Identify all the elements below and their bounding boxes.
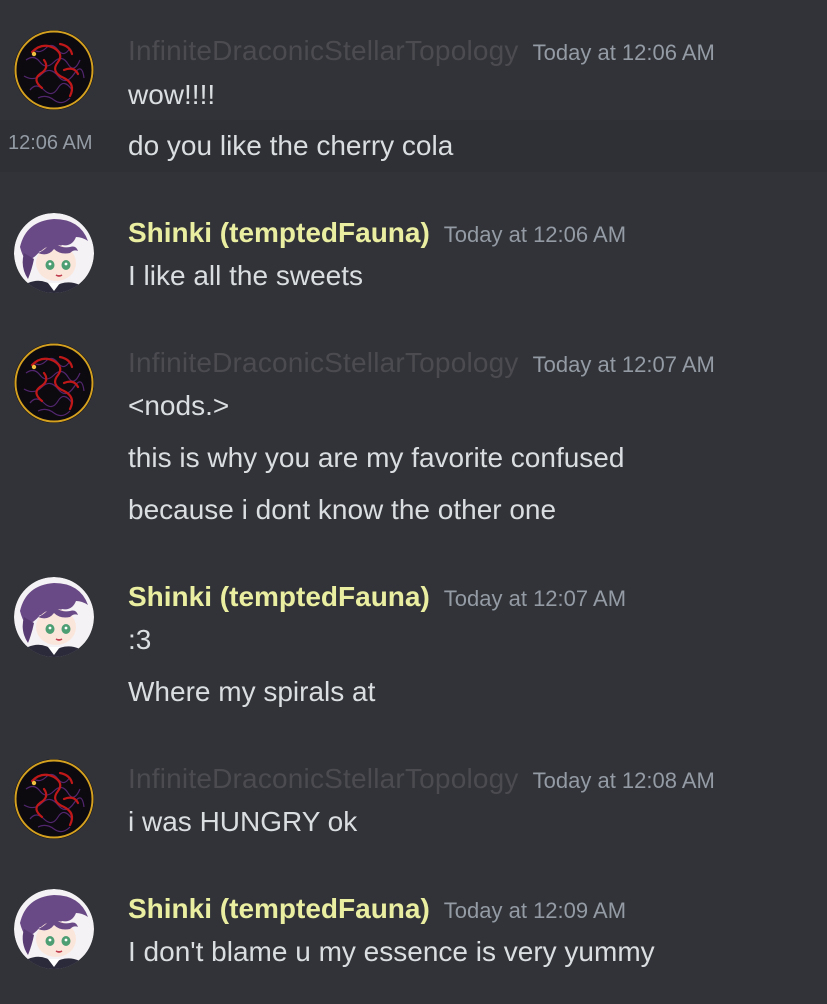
avatar[interactable] — [14, 889, 94, 969]
message-text: :3 — [128, 624, 152, 655]
username[interactable]: InfiniteDraconicStellarTopology — [128, 763, 519, 794]
avatar[interactable] — [14, 213, 94, 293]
avatar[interactable] — [14, 577, 94, 657]
message-timestamp[interactable]: Today at 12:07 AM — [533, 352, 715, 377]
message-timestamp[interactable]: Today at 12:07 AM — [444, 586, 626, 611]
avatar[interactable] — [14, 343, 94, 423]
username[interactable]: InfiniteDraconicStellarTopology — [128, 35, 519, 66]
message-timestamp[interactable]: Today at 12:08 AM — [533, 768, 715, 793]
purple-haired-anime-girl-avatar-icon — [14, 577, 94, 657]
message-timestamp[interactable]: Today at 12:09 AM — [444, 898, 626, 923]
message-text: Where my spirals at — [128, 676, 376, 707]
avatar[interactable] — [14, 30, 94, 110]
chat-message-list: InfiniteDraconicStellarTopology Today at … — [0, 0, 827, 1004]
message-text: i was HUNGRY ok — [128, 806, 358, 837]
message-text: <nods.> — [128, 390, 230, 421]
message-text: do you like the cherry cola — [128, 130, 454, 161]
username[interactable]: InfiniteDraconicStellarTopology — [128, 347, 519, 378]
red-serpent-dragon-avatar-icon — [14, 30, 94, 110]
username[interactable]: Shinki (temptedFauna) — [128, 893, 430, 924]
message-text: this is why you are my favorite confused — [128, 442, 625, 473]
avatar[interactable] — [14, 759, 94, 839]
red-serpent-dragon-avatar-icon — [14, 759, 94, 839]
message-timestamp[interactable]: Today at 12:06 AM — [533, 40, 715, 65]
purple-haired-anime-girl-avatar-icon — [14, 889, 94, 969]
message-text: I like all the sweets — [128, 260, 363, 291]
message-text: because i dont know the other one — [128, 494, 557, 525]
hover-timestamp[interactable]: 12:06 AM — [8, 132, 93, 155]
message-text: I don't blame u my essence is very yummy — [128, 936, 655, 967]
username[interactable]: Shinki (temptedFauna) — [128, 217, 430, 248]
red-serpent-dragon-avatar-icon — [14, 343, 94, 423]
username[interactable]: Shinki (temptedFauna) — [128, 581, 430, 612]
purple-haired-anime-girl-avatar-icon — [14, 213, 94, 293]
message-text: wow!!!! — [128, 79, 216, 110]
message-timestamp[interactable]: Today at 12:06 AM — [444, 222, 626, 247]
